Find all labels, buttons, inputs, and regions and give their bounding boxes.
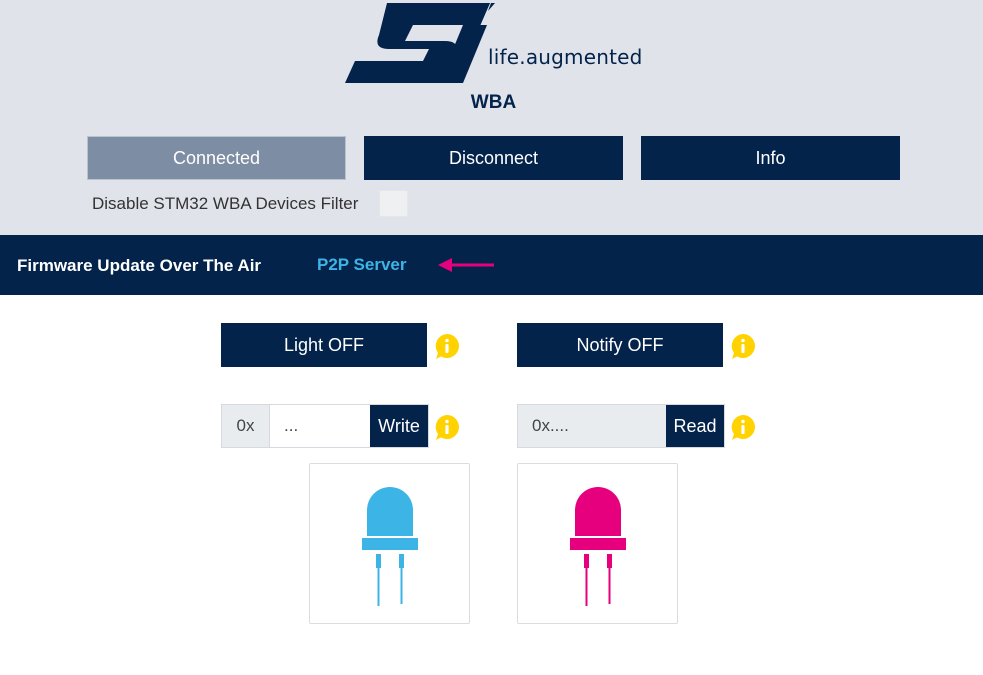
read-input-group: 0x.... Read xyxy=(517,404,725,448)
blue-led-icon xyxy=(362,487,418,606)
connected-button[interactable]: Connected xyxy=(87,136,346,180)
device-title: WBA xyxy=(470,92,517,113)
app-header: life.augmented WBA Connected Disconnect … xyxy=(0,0,983,235)
brand-tagline: life.augmented xyxy=(488,45,643,69)
notify-toggle-button[interactable]: Notify OFF xyxy=(517,323,723,367)
navigation-bar: Firmware Update Over The Air P2P Server xyxy=(0,235,983,295)
write-value-input[interactable]: ... xyxy=(270,405,370,447)
disconnect-button[interactable]: Disconnect xyxy=(364,136,623,180)
devices-filter-label: Disable STM32 WBA Devices Filter xyxy=(92,194,359,213)
read-value-field: 0x.... xyxy=(518,405,666,447)
blue-led-card xyxy=(309,463,470,624)
devices-filter-checkbox[interactable] xyxy=(379,190,408,217)
tab-p2p-server[interactable]: P2P Server xyxy=(317,255,406,275)
light-toggle-button[interactable]: Light OFF xyxy=(221,323,427,367)
write-input-group: 0x ... Write xyxy=(221,404,429,448)
hex-prefix: 0x xyxy=(222,405,270,447)
info-button[interactable]: Info xyxy=(641,136,900,180)
info-icon[interactable] xyxy=(433,413,461,441)
read-button[interactable]: Read xyxy=(666,405,724,447)
arrow-left-icon xyxy=(438,258,494,272)
st-logo-icon xyxy=(345,3,495,83)
info-icon[interactable] xyxy=(729,413,757,441)
pink-led-card xyxy=(517,463,678,624)
pink-led-icon xyxy=(570,487,626,606)
info-icon[interactable] xyxy=(433,332,461,360)
info-icon[interactable] xyxy=(729,332,757,360)
tab-firmware-update[interactable]: Firmware Update Over The Air xyxy=(17,256,261,276)
write-button[interactable]: Write xyxy=(370,405,428,447)
